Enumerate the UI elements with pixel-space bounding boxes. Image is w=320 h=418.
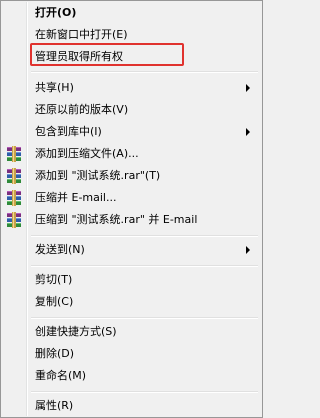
menu-item-label: 创建快捷方式(S): [35, 325, 117, 338]
submenu-arrow-icon: [246, 84, 250, 92]
menu-item-label: 压缩并 E-mail...: [35, 191, 117, 204]
menu-item-properties[interactable]: 属性(R): [1, 395, 262, 417]
menu-separator: [31, 391, 258, 393]
menu-item-add-to-archive[interactable]: 添加到压缩文件(A)...: [1, 143, 262, 165]
menu-item-share[interactable]: 共享(H): [1, 77, 262, 99]
menu-item-compress-rar-email[interactable]: 压缩到 "测试系统.rar" 并 E-mail: [1, 209, 262, 231]
menu-item-label: 发送到(N): [35, 243, 85, 256]
menu-item-cut[interactable]: 剪切(T): [1, 269, 262, 291]
menu-separator: [31, 235, 258, 237]
menu-item-add-to-rar[interactable]: 添加到 "测试系统.rar"(T): [1, 165, 262, 187]
menu-separator: [31, 265, 258, 267]
menu-item-label: 删除(D): [35, 347, 75, 360]
menu-item-label: 包含到库中(I): [35, 125, 102, 138]
menu-item-include-library[interactable]: 包含到库中(I): [1, 121, 262, 143]
menu-item-label: 剪切(T): [35, 273, 73, 286]
menu-item-rename[interactable]: 重命名(M): [1, 365, 262, 387]
menu-item-create-shortcut[interactable]: 创建快捷方式(S): [1, 321, 262, 343]
context-menu: 打开(O) 在新窗口中打开(E) 管理员取得所有权 共享(H) 还原以前的版本(…: [0, 0, 263, 418]
winrar-icon: [7, 212, 21, 228]
menu-item-label: 添加到压缩文件(A)...: [35, 147, 139, 160]
submenu-arrow-icon: [246, 128, 250, 136]
menu-item-label: 添加到 "测试系统.rar"(T): [35, 169, 161, 182]
menu-item-compress-email[interactable]: 压缩并 E-mail...: [1, 187, 262, 209]
winrar-icon: [7, 190, 21, 206]
menu-item-label: 打开(O): [35, 6, 77, 19]
menu-item-open[interactable]: 打开(O): [1, 2, 262, 24]
submenu-arrow-icon: [246, 246, 250, 254]
menu-item-copy[interactable]: 复制(C): [1, 291, 262, 313]
menu-item-label: 压缩到 "测试系统.rar" 并 E-mail: [35, 213, 198, 226]
menu-item-label: 复制(C): [35, 295, 74, 308]
menu-separator: [31, 317, 258, 319]
menu-item-send-to[interactable]: 发送到(N): [1, 239, 262, 261]
menu-item-restore-versions[interactable]: 还原以前的版本(V): [1, 99, 262, 121]
winrar-icon: [7, 146, 21, 162]
menu-item-delete[interactable]: 删除(D): [1, 343, 262, 365]
menu-item-label: 重命名(M): [35, 369, 87, 382]
menu-item-label: 还原以前的版本(V): [35, 103, 129, 116]
menu-item-label: 属性(R): [35, 399, 74, 412]
highlight-box: [30, 43, 184, 66]
winrar-icon: [7, 168, 21, 184]
menu-item-label: 共享(H): [35, 81, 74, 94]
menu-separator: [31, 71, 258, 73]
